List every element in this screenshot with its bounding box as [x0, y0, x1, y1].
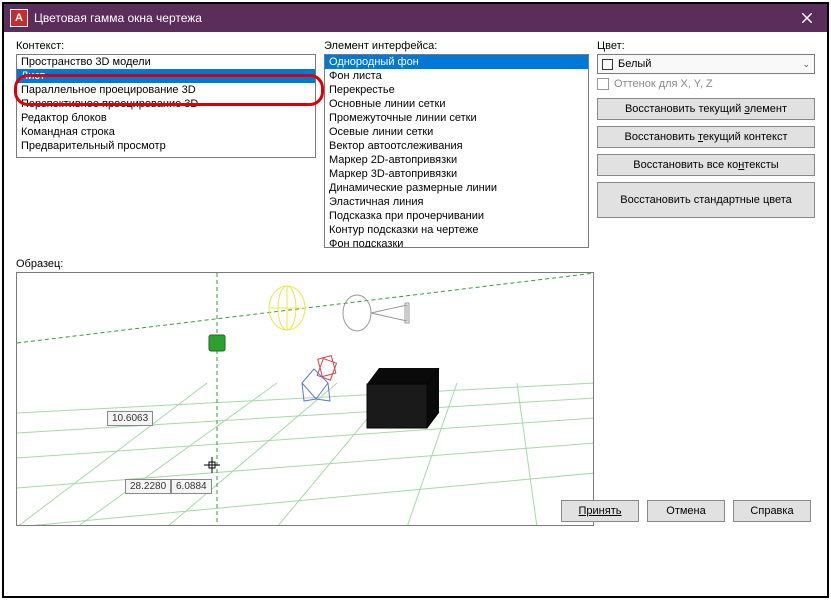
list-item[interactable]: Перспективное проецирование 3D — [17, 97, 315, 111]
list-item[interactable]: Предварительный просмотр — [17, 139, 315, 153]
restore-context-button[interactable]: Восстановить текущий контекст — [597, 126, 815, 148]
list-item[interactable]: Однородный фон — [325, 55, 588, 69]
close-button[interactable] — [787, 4, 827, 32]
list-item[interactable]: Вектор автоотслеживания — [325, 139, 588, 153]
tint-checkbox[interactable]: Оттенок для X, Y, Z — [597, 78, 815, 90]
list-item[interactable]: Промежуточные линии сетки — [325, 111, 588, 125]
help-button[interactable]: Справка — [733, 500, 811, 522]
context-label: Контекст: — [16, 40, 316, 52]
list-item[interactable]: Пространство 3D модели — [17, 55, 315, 69]
color-dropdown[interactable]: Белый ⌄ — [597, 54, 815, 74]
window-title: Цветовая гамма окна чертежа — [34, 11, 787, 25]
list-item[interactable]: Осевые линии сетки — [325, 125, 588, 139]
list-item[interactable]: Подсказка при прочерчивании — [325, 209, 588, 223]
sample-label: Образец: — [16, 258, 815, 270]
chevron-down-icon: ⌄ — [802, 59, 810, 70]
element-listbox[interactable]: Однородный фон Фон листа Перекрестье Осн… — [324, 54, 589, 248]
list-item[interactable]: Динамические размерные линии — [325, 181, 588, 195]
list-item[interactable]: Параллельное проецирование 3D — [17, 83, 315, 97]
coord-readout: 10.6063 — [107, 411, 153, 426]
color-value: Белый — [618, 58, 651, 70]
list-item[interactable]: Фон листа — [325, 69, 588, 83]
list-item[interactable]: Фон подсказки — [325, 237, 588, 248]
preview-pane: 10.6063 28.2280 6.0884 — [16, 272, 594, 526]
coord-readout: 28.2280 — [125, 479, 171, 494]
list-item[interactable]: Маркер 2D-автопривязки — [325, 153, 588, 167]
list-item[interactable]: Эластичная линия — [325, 195, 588, 209]
restore-all-button[interactable]: Восстановить все контексты — [597, 154, 815, 176]
color-swatch — [602, 59, 613, 70]
list-item[interactable]: Лист — [17, 69, 315, 83]
element-label: Элемент интерфейса: — [324, 40, 589, 52]
cancel-button[interactable]: Отмена — [647, 500, 725, 522]
list-item[interactable]: Командная строка — [17, 125, 315, 139]
app-icon: A — [10, 9, 28, 27]
list-item[interactable]: Основные линии сетки — [325, 97, 588, 111]
ok-button[interactable]: Принять — [561, 500, 639, 522]
list-item[interactable]: Контур подсказки на чертеже — [325, 223, 588, 237]
list-item[interactable]: Перекрестье — [325, 83, 588, 97]
context-listbox[interactable]: Пространство 3D модели Лист Параллельное… — [16, 54, 316, 158]
restore-standard-button[interactable]: Восстановить стандартные цвета — [597, 182, 815, 218]
color-label: Цвет: — [597, 40, 815, 52]
list-item[interactable]: Маркер 3D-автопривязки — [325, 167, 588, 181]
restore-element-button[interactable]: Восстановить текущий элемент — [597, 98, 815, 120]
list-item[interactable]: Редактор блоков — [17, 111, 315, 125]
coord-readout: 6.0884 — [171, 479, 212, 494]
